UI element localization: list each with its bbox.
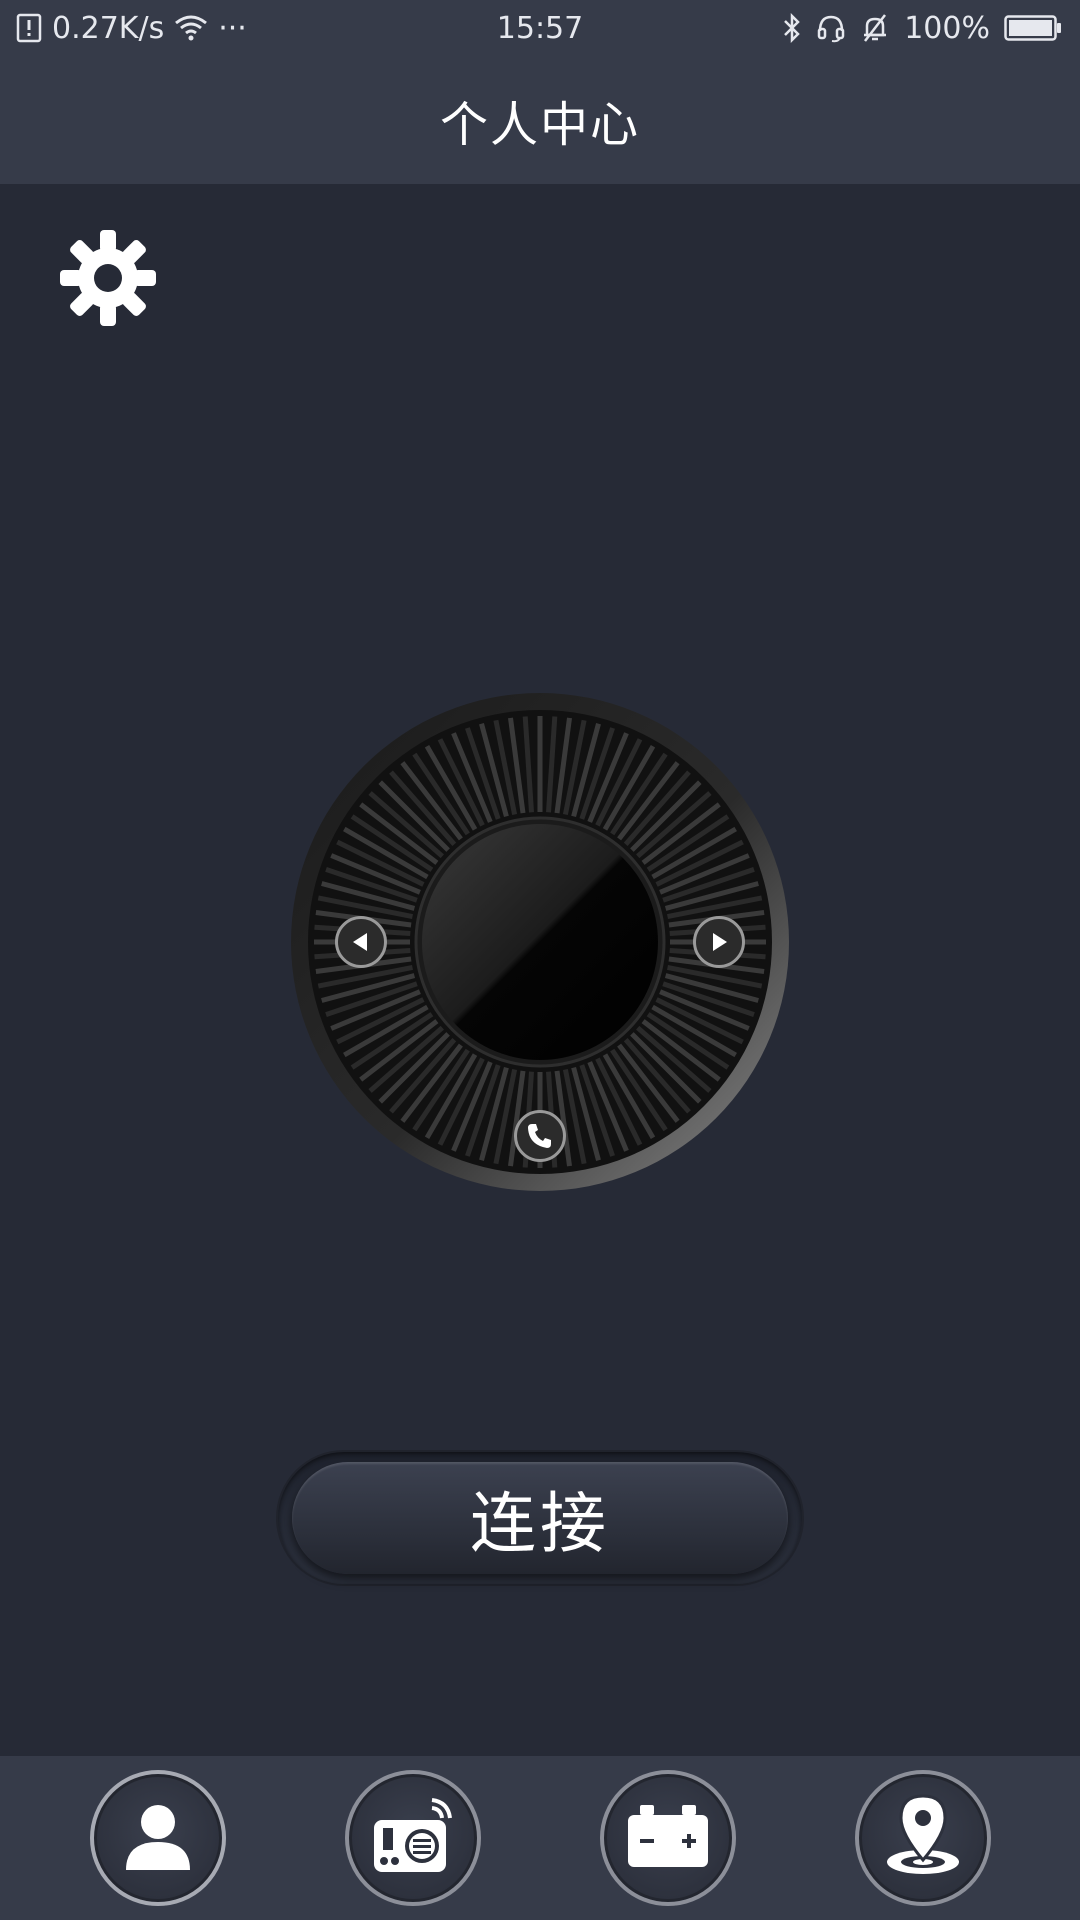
status-bar: 0.27K/s ··· 15:57 100% — [0, 0, 1080, 56]
title-bar: 个人中心 — [0, 56, 1080, 184]
phone-icon — [525, 1121, 555, 1151]
headset-icon — [816, 13, 846, 43]
sim-alert-icon — [16, 13, 42, 43]
bell-muted-icon — [860, 13, 890, 43]
status-right: 100% — [782, 0, 1062, 56]
connect-button[interactable]: 连接 — [292, 1462, 788, 1574]
settings-button[interactable] — [56, 228, 160, 332]
connect-button-frame: 连接 — [278, 1452, 802, 1584]
radio-icon — [370, 1796, 456, 1880]
next-button[interactable] — [693, 916, 745, 968]
remote-dial — [290, 692, 790, 1192]
app-screen: 0.27K/s ··· 15:57 100% 个人中心 连接 — [0, 0, 1080, 1920]
page-title: 个人中心 — [439, 97, 640, 153]
location-pin-icon — [883, 1794, 963, 1882]
network-speed: 0.27K/s — [52, 10, 165, 46]
clock: 15:57 — [496, 10, 584, 46]
nav-profile[interactable] — [89, 1770, 226, 1906]
triangle-right-icon — [707, 930, 731, 954]
call-button[interactable] — [514, 1110, 566, 1162]
nav-radio[interactable] — [344, 1770, 481, 1906]
more-indicator: ··· — [218, 10, 247, 46]
person-icon — [120, 1798, 196, 1878]
main-content: 连接 — [0, 184, 1080, 1756]
wifi-icon — [174, 14, 208, 42]
previous-button[interactable] — [335, 916, 387, 968]
battery-car-icon — [626, 1801, 710, 1875]
status-left: 0.27K/s ··· — [16, 0, 247, 56]
triangle-left-icon — [349, 930, 373, 954]
battery-percent: 100% — [904, 10, 990, 46]
battery-icon — [1004, 15, 1062, 41]
nav-battery[interactable] — [599, 1770, 736, 1906]
bottom-nav — [0, 1756, 1080, 1920]
bluetooth-icon — [782, 13, 802, 43]
gear-icon — [58, 228, 158, 332]
nav-location[interactable] — [854, 1770, 991, 1906]
